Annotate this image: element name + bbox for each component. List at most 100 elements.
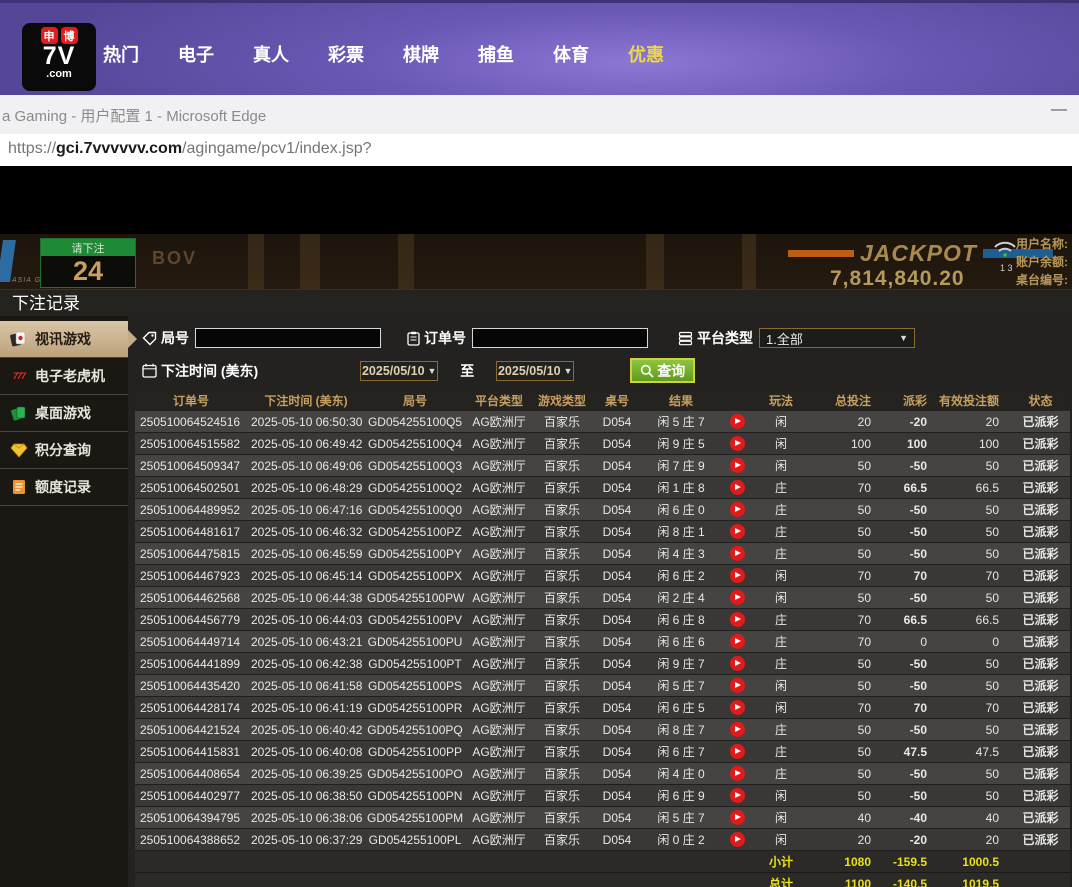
cell-replay bbox=[719, 477, 755, 499]
sidebar-item-slots[interactable]: 777 电子老虎机 bbox=[0, 358, 128, 395]
cell-total-bet: 50 bbox=[807, 653, 883, 675]
platform-type-select[interactable]: 1.全部 ▼ bbox=[759, 328, 915, 348]
sidebar-item-table-games[interactable]: 桌面游戏 bbox=[0, 395, 128, 432]
logo-main: 7V bbox=[43, 44, 76, 69]
nav-item-chess[interactable]: 棋牌 bbox=[403, 41, 478, 67]
round-id-input[interactable] bbox=[195, 328, 381, 348]
cell-total-bet: 50 bbox=[807, 455, 883, 477]
site-logo[interactable]: 申 博 7V .com bbox=[22, 23, 96, 91]
subtotal-row: 小计 1080 -159.5 1000.5 bbox=[135, 851, 1070, 873]
nav-item-live[interactable]: 真人 bbox=[253, 41, 328, 67]
cell-result: 闲 5 庄 7 bbox=[643, 411, 719, 433]
cell-replay bbox=[719, 697, 755, 719]
nav-item-fishing[interactable]: 捕鱼 bbox=[478, 41, 553, 67]
sidebar-item-label: 视讯游戏 bbox=[35, 329, 91, 349]
cell-play: 闲 bbox=[755, 455, 807, 477]
date-from-value: 2025/05/10 bbox=[362, 364, 425, 378]
nav-item-promo[interactable]: 优惠 bbox=[628, 41, 703, 67]
cell-payout: 70 bbox=[883, 697, 939, 719]
replay-play-button[interactable] bbox=[730, 634, 745, 649]
bov-sign: BOV bbox=[152, 248, 197, 269]
sidebar-item-video-games[interactable]: 视讯游戏 bbox=[0, 321, 128, 358]
nav-item-sports[interactable]: 体育 bbox=[553, 41, 628, 67]
cell-result: 闲 9 庄 7 bbox=[643, 653, 719, 675]
table-row: 250510064489952 2025-05-10 06:47:16 GD05… bbox=[135, 499, 1070, 521]
cell-valid-bet: 70 bbox=[939, 565, 1011, 587]
replay-play-button[interactable] bbox=[730, 744, 745, 759]
cell-play: 闲 bbox=[755, 785, 807, 807]
cell-bet-time: 2025-05-10 06:39:25 bbox=[247, 763, 365, 785]
replay-play-button[interactable] bbox=[730, 656, 745, 671]
url-text[interactable]: https://gci.7vvvvvv.com/agingame/pcv1/in… bbox=[8, 140, 372, 158]
cell-round-id: GD054255100PR bbox=[365, 697, 465, 719]
cell-table-no: D054 bbox=[591, 719, 643, 741]
cell-game-type: 百家乐 bbox=[533, 411, 591, 433]
magnifier-icon bbox=[640, 364, 654, 378]
cell-valid-bet: 40 bbox=[939, 807, 1011, 829]
game-banner: ASIA GAMING 请下注 24 BOV JACKPOT 7,814,840… bbox=[0, 166, 1072, 289]
gem-icon bbox=[10, 442, 28, 458]
table-header-row: 订单号 下注时间 (美东) 局号 平台类型 游戏类型 桌号 结果 玩法 总投注 … bbox=[135, 390, 1070, 411]
replay-play-button[interactable] bbox=[730, 524, 745, 539]
replay-play-button[interactable] bbox=[730, 546, 745, 561]
replay-play-button[interactable] bbox=[730, 788, 745, 803]
replay-play-button[interactable] bbox=[730, 414, 745, 429]
nav-item-hot[interactable]: 热门 bbox=[103, 41, 178, 67]
cell-valid-bet: 66.5 bbox=[939, 477, 1011, 499]
cell-status: 已派彩 bbox=[1011, 763, 1070, 785]
cell-round-id: GD054255100PZ bbox=[365, 521, 465, 543]
cell-valid-bet: 20 bbox=[939, 829, 1011, 851]
window-title: a Gaming - 用户配置 1 - Microsoft Edge bbox=[2, 105, 266, 126]
chevron-down-icon: ▼ bbox=[428, 366, 437, 376]
replay-play-button[interactable] bbox=[730, 590, 745, 605]
cell-platform: AG欧洲厅 bbox=[465, 807, 533, 829]
replay-play-button[interactable] bbox=[730, 722, 745, 737]
replay-play-button[interactable] bbox=[730, 766, 745, 781]
cell-game-type: 百家乐 bbox=[533, 719, 591, 741]
cell-play: 庄 bbox=[755, 609, 807, 631]
col-round-id: 局号 bbox=[365, 390, 465, 411]
replay-play-button[interactable] bbox=[730, 458, 745, 473]
cell-table-no: D054 bbox=[591, 829, 643, 851]
nav-item-lottery[interactable]: 彩票 bbox=[328, 41, 403, 67]
replay-play-button[interactable] bbox=[730, 436, 745, 451]
cell-platform: AG欧洲厅 bbox=[465, 697, 533, 719]
cell-payout: -50 bbox=[883, 675, 939, 697]
cell-game-type: 百家乐 bbox=[533, 477, 591, 499]
replay-play-button[interactable] bbox=[730, 700, 745, 715]
replay-play-button[interactable] bbox=[730, 480, 745, 495]
replay-play-button[interactable] bbox=[730, 612, 745, 627]
cell-round-id: GD054255100PS bbox=[365, 675, 465, 697]
date-to-value: 2025/05/10 bbox=[498, 364, 561, 378]
total-valid-bet: 1019.5 bbox=[939, 873, 1011, 887]
cell-platform: AG欧洲厅 bbox=[465, 433, 533, 455]
cell-total-bet: 70 bbox=[807, 477, 883, 499]
cell-status: 已派彩 bbox=[1011, 697, 1070, 719]
replay-play-button[interactable] bbox=[730, 568, 745, 583]
date-to-picker[interactable]: 2025/05/10 ▼ bbox=[496, 361, 574, 381]
cell-status: 已派彩 bbox=[1011, 477, 1070, 499]
cell-status: 已派彩 bbox=[1011, 785, 1070, 807]
cell-valid-bet: 50 bbox=[939, 675, 1011, 697]
minimize-button[interactable]: — bbox=[1051, 101, 1067, 119]
order-id-input[interactable] bbox=[472, 328, 648, 348]
search-button[interactable]: 查询 bbox=[630, 358, 695, 383]
browser-urlbar[interactable]: https://gci.7vvvvvv.com/agingame/pcv1/in… bbox=[0, 134, 1079, 167]
cell-order-id: 250510064489952 bbox=[135, 499, 247, 521]
replay-play-button[interactable] bbox=[730, 832, 745, 847]
sidebar-item-credit-log[interactable]: 额度记录 bbox=[0, 469, 128, 506]
cell-round-id: GD054255100PV bbox=[365, 609, 465, 631]
replay-play-button[interactable] bbox=[730, 810, 745, 825]
cell-status: 已派彩 bbox=[1011, 455, 1070, 477]
cell-payout: -50 bbox=[883, 455, 939, 477]
date-from-picker[interactable]: 2025/05/10 ▼ bbox=[360, 361, 438, 381]
table-row: 250510064402977 2025-05-10 06:38:50 GD05… bbox=[135, 785, 1070, 807]
cell-replay bbox=[719, 763, 755, 785]
sidebar-item-points[interactable]: 积分查询 bbox=[0, 432, 128, 469]
replay-play-button[interactable] bbox=[730, 502, 745, 517]
replay-play-button[interactable] bbox=[730, 678, 745, 693]
cell-game-type: 百家乐 bbox=[533, 697, 591, 719]
cell-table-no: D054 bbox=[591, 499, 643, 521]
cell-table-no: D054 bbox=[591, 477, 643, 499]
nav-item-electronic[interactable]: 电子 bbox=[178, 41, 253, 67]
